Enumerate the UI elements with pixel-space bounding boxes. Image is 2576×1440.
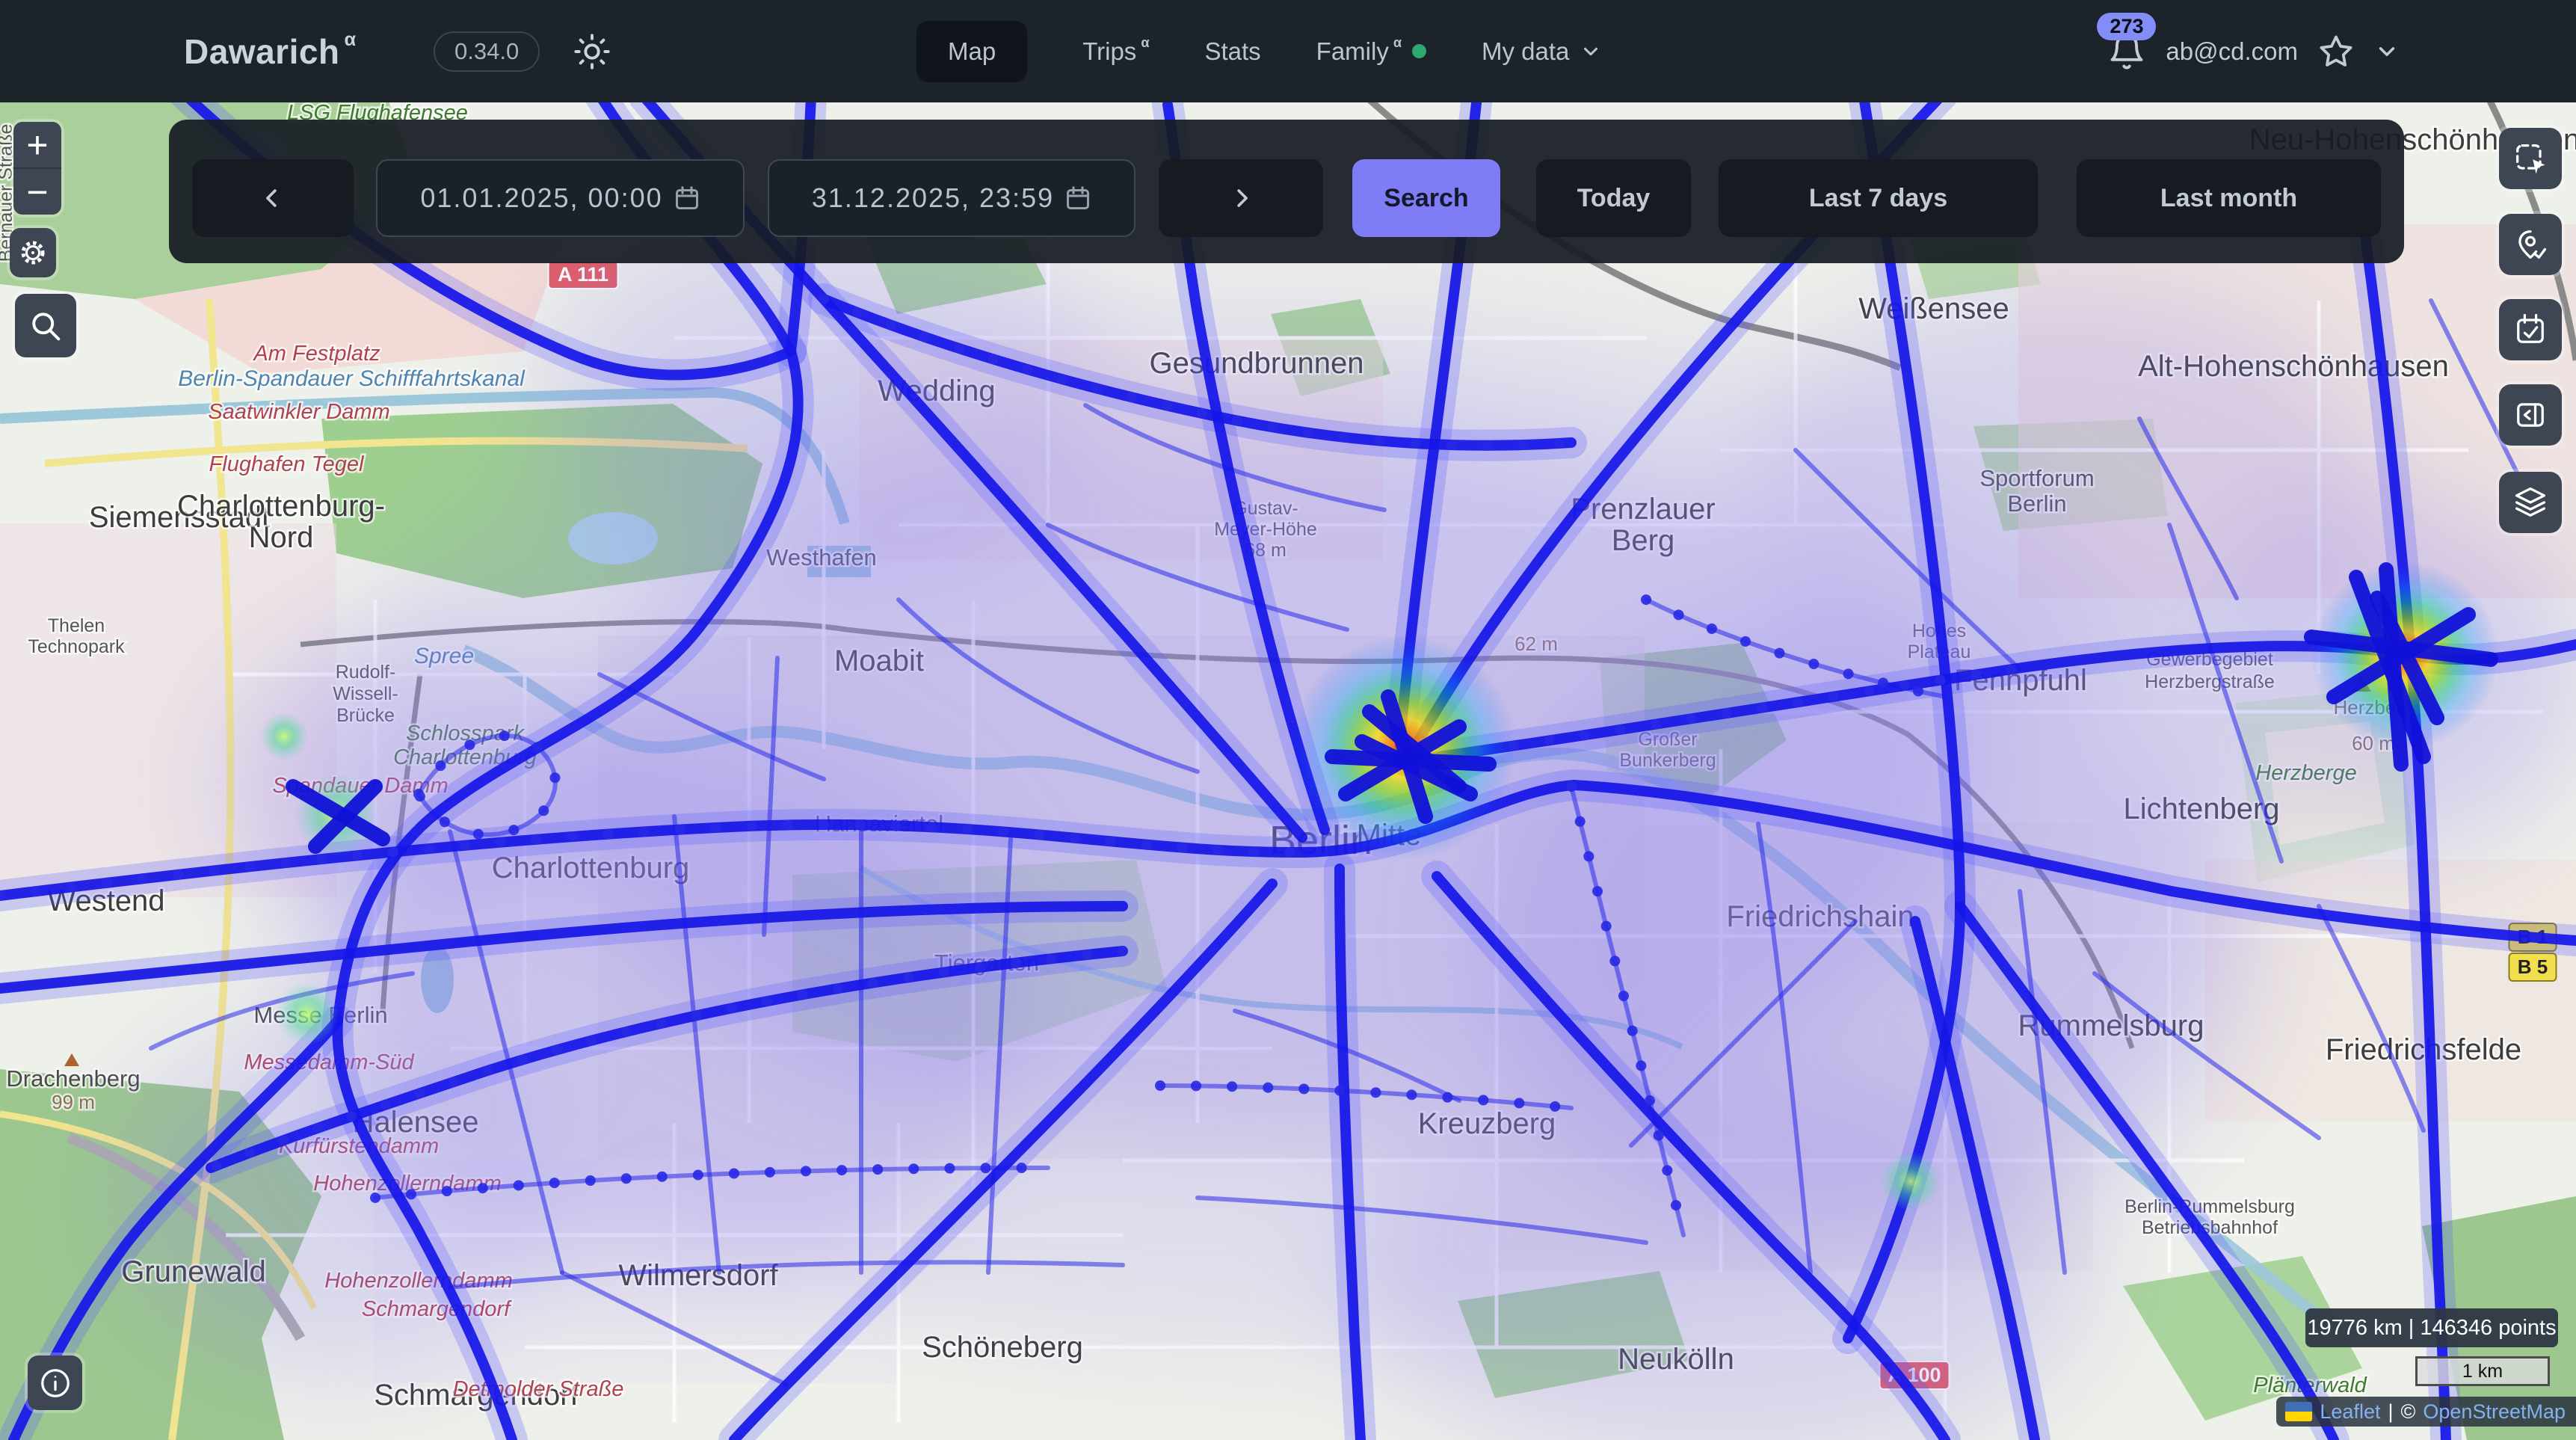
map-pin-check-icon <box>2511 225 2550 264</box>
map-label: B 5 <box>2518 956 2548 978</box>
sun-icon <box>573 32 611 71</box>
next-period-button[interactable] <box>1159 159 1323 237</box>
favorite-star-icon[interactable] <box>2317 33 2355 70</box>
openstreetmap-link[interactable]: OpenStreetMap <box>2423 1400 2566 1424</box>
last-7-days-button[interactable]: Last 7 days <box>1719 159 2038 237</box>
tab-map[interactable]: Map <box>916 21 1027 82</box>
version-badge: 0.34.0 <box>434 31 540 72</box>
info-button[interactable] <box>28 1356 82 1410</box>
zoom-out-button[interactable]: − <box>13 169 61 215</box>
search-button[interactable]: Search <box>1352 159 1500 237</box>
zoom-in-button[interactable]: + <box>13 122 61 167</box>
layers-icon <box>2511 483 2550 522</box>
map-settings-button[interactable] <box>10 228 56 277</box>
menu-my-data[interactable]: My data <box>1482 37 1602 66</box>
map-label: Thelen <box>48 615 105 636</box>
calendar-panel-button[interactable] <box>2499 299 2562 360</box>
panel-collapse-icon <box>2511 396 2550 434</box>
family-online-dot <box>1412 44 1426 58</box>
notifications-count-badge: 273 <box>2097 13 2156 40</box>
map-label: Saatwinkler Damm <box>208 400 389 424</box>
map-search-button[interactable] <box>15 294 76 357</box>
notifications-button[interactable]: 273 <box>2107 31 2146 73</box>
leaflet-link[interactable]: Leaflet <box>2320 1400 2380 1424</box>
map-label: Am Festplatz <box>252 342 380 366</box>
user-email[interactable]: ab@cd.com <box>2166 37 2298 66</box>
user-menu-chevron-icon[interactable] <box>2374 39 2400 64</box>
chevron-down-icon <box>1580 40 1602 63</box>
navbar-right: 273 ab@cd.com <box>2107 0 2400 102</box>
area-select-button[interactable] <box>2499 128 2562 189</box>
copyright-symbol: © <box>2400 1400 2415 1424</box>
search-icon <box>26 307 65 345</box>
map-label: Technopark <box>28 636 125 657</box>
today-button[interactable]: Today <box>1536 159 1691 237</box>
prev-period-button[interactable] <box>192 159 354 237</box>
map-label: Flughafen Tegel <box>209 452 365 476</box>
alpha-sup: α <box>345 29 357 51</box>
theme-toggle-button[interactable] <box>573 32 611 71</box>
distance-points-stats: 19776 km | 146346 points <box>2305 1308 2558 1347</box>
info-icon <box>38 1366 73 1400</box>
map-attribution: Leaflet | © OpenStreetMap <box>2276 1397 2576 1427</box>
map-label: Schöneberg <box>922 1331 1083 1364</box>
map-label: Berlin-Spandauer Schifffahrtskanal <box>178 366 526 391</box>
map-scale-bar: 1 km <box>2415 1356 2550 1386</box>
visits-button[interactable] <box>2499 214 2562 275</box>
calendar-icon <box>674 185 700 212</box>
gear-icon <box>15 235 51 271</box>
end-date-input[interactable]: 31.12.2025, 23:59 <box>768 159 1136 237</box>
map-label: 99 m <box>52 1091 95 1113</box>
chevron-right-icon <box>1228 185 1254 211</box>
layers-button[interactable] <box>2499 472 2562 533</box>
tab-trips[interactable]: Tripsα <box>1082 37 1149 66</box>
last-month-button[interactable]: Last month <box>2077 159 2381 237</box>
map-label: Nord <box>249 521 314 554</box>
app-logo[interactable]: Dawarichα <box>184 0 357 102</box>
ukraine-flag-icon <box>2285 1402 2312 1421</box>
zoom-control: + − <box>13 122 61 215</box>
app-title: Dawarich <box>184 31 340 72</box>
attribution-separator: | <box>2388 1400 2393 1424</box>
calendar-check-icon <box>2511 310 2550 349</box>
map-label: Berlin-Rummelsburg <box>2124 1196 2295 1217</box>
collapse-panel-button[interactable] <box>2499 384 2562 446</box>
top-navbar: Dawarichα 0.34.0 Map Tripsα Stats Family… <box>0 0 2576 102</box>
calendar-icon <box>1064 185 1091 212</box>
start-date-input[interactable]: 01.01.2025, 00:00 <box>376 159 745 237</box>
tab-stats[interactable]: Stats <box>1204 37 1260 66</box>
date-range-toolbar: 01.01.2025, 00:00 31.12.2025, 23:59 Sear… <box>169 120 2404 263</box>
chevron-left-icon <box>260 185 286 211</box>
map-label: Drachenberg <box>6 1065 140 1092</box>
tab-family[interactable]: Familyα <box>1316 37 1426 66</box>
main-nav: Map Tripsα Stats Familyα My data <box>916 0 1602 102</box>
map-label: Charlottenburg- <box>177 490 385 523</box>
select-area-icon <box>2511 139 2550 178</box>
